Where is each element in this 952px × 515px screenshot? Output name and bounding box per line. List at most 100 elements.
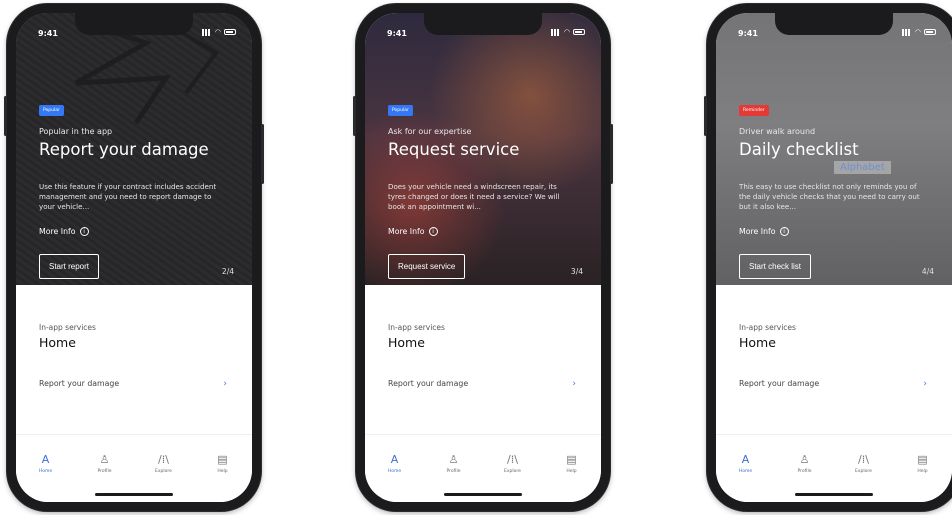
tab-label: Home xyxy=(387,469,402,474)
tab-label: Home xyxy=(38,469,53,474)
hero-kicker: Driver walk around xyxy=(739,127,816,136)
home-indicator xyxy=(95,493,173,496)
tab-label: Profile xyxy=(446,469,461,474)
home-icon: A xyxy=(390,453,399,466)
status-time: 9:41 xyxy=(738,29,758,38)
hero-kicker: Popular in the app xyxy=(39,127,113,136)
list-item-report-damage[interactable]: Report your damage › xyxy=(39,379,227,389)
tab-label: Explore xyxy=(855,469,872,474)
tab-explore[interactable]: /⁞\ Explore xyxy=(844,453,884,475)
list-item-label: Report your damage xyxy=(39,379,120,388)
wifi-icon: ◠ xyxy=(914,28,921,36)
list-item-label: Report your damage xyxy=(739,379,820,388)
signal-icon xyxy=(901,28,912,36)
more-info-link[interactable]: More Info i xyxy=(739,227,789,236)
hero-title: Daily checklist xyxy=(739,140,859,159)
carousel-pager: 2/4 xyxy=(221,267,234,276)
more-info-label: More Info xyxy=(388,227,425,236)
request-service-button[interactable]: Request service xyxy=(388,254,466,279)
tab-explore[interactable]: /⁞\ Explore xyxy=(493,453,533,475)
start-report-button[interactable]: Start report xyxy=(39,254,100,279)
explore-icon: /⁞\ xyxy=(858,453,869,466)
info-icon: i xyxy=(79,227,89,236)
status-time: 9:41 xyxy=(387,29,407,38)
battery-icon xyxy=(924,29,936,35)
van-logo: Alphabet xyxy=(834,161,891,174)
chevron-right-icon: › xyxy=(223,379,227,389)
help-icon: ▤ xyxy=(217,453,228,466)
hero-tag: Reminder xyxy=(739,105,769,116)
tab-label: Profile xyxy=(97,469,112,474)
tab-label: Profile xyxy=(797,469,812,474)
phone-mockup-1: 9:41 ◠ Popular Popular in the app Report… xyxy=(4,4,264,511)
tab-label: Explore xyxy=(155,469,172,474)
list-item-report-damage[interactable]: Report your damage › xyxy=(739,379,927,389)
more-info-label: More Info xyxy=(739,227,776,236)
phone-screen: 9:41 ◠ Popular Popular in the app Report… xyxy=(16,13,252,502)
more-info-link[interactable]: More Info i xyxy=(388,227,438,236)
explore-icon: /⁞\ xyxy=(507,453,518,466)
status-icons: ◠ xyxy=(901,28,936,36)
hero-tag: Popular xyxy=(39,105,64,116)
more-info-link[interactable]: More Info i xyxy=(39,227,89,236)
more-info-label: More Info xyxy=(39,227,76,236)
chevron-right-icon: › xyxy=(923,379,927,389)
phone-screen: Alphabet 9:41 ◠ Reminder Driver walk aro… xyxy=(716,13,952,502)
tab-label: Home xyxy=(738,469,753,474)
chevron-right-icon: › xyxy=(572,379,576,389)
status-time: 9:41 xyxy=(38,29,58,38)
wifi-icon: ◠ xyxy=(563,28,570,36)
hero-card: Alphabet 9:41 ◠ Reminder Driver walk aro… xyxy=(716,13,952,285)
road-marking-graphic xyxy=(74,23,219,125)
list-item-report-damage[interactable]: Report your damage › xyxy=(388,379,576,389)
hero-title: Request service xyxy=(388,140,520,159)
tab-bar: A Home ♙ Profile /⁞\ Explore ▤ Help xyxy=(16,434,252,502)
status-icons: ◠ xyxy=(550,28,585,36)
signal-icon xyxy=(201,28,212,36)
hero-kicker: Ask for our expertise xyxy=(388,127,472,136)
signal-icon xyxy=(550,28,561,36)
hero-card: 9:41 ◠ Popular Popular in the app Report… xyxy=(16,13,252,285)
tab-profile[interactable]: ♙ Profile xyxy=(85,453,125,475)
hero-description: Use this feature if your contract includ… xyxy=(39,182,217,211)
tab-explore[interactable]: /⁞\ Explore xyxy=(144,453,184,475)
profile-icon: ♙ xyxy=(99,453,110,466)
section-title: Home xyxy=(739,335,776,350)
list-item-label: Report your damage xyxy=(388,379,469,388)
tab-home[interactable]: A Home xyxy=(26,453,66,475)
tab-help[interactable]: ▤ Help xyxy=(552,454,592,475)
status-icons: ◠ xyxy=(201,28,236,36)
notch xyxy=(775,13,893,35)
hero-tag: Popular xyxy=(388,105,413,116)
tab-label: Help xyxy=(917,469,928,474)
info-icon: i xyxy=(779,227,789,236)
phone-mockup-2: 9:41 ◠ Popular Ask for our expertise Req… xyxy=(353,4,613,511)
home-icon: A xyxy=(741,453,750,466)
carousel-pager: 3/4 xyxy=(570,267,583,276)
tab-home[interactable]: A Home xyxy=(375,453,415,475)
profile-icon: ♙ xyxy=(448,453,459,466)
section-title: Home xyxy=(39,335,76,350)
help-icon: ▤ xyxy=(917,453,928,466)
hero-title: Report your damage xyxy=(39,140,209,159)
tab-home[interactable]: A Home xyxy=(726,453,766,475)
info-icon: i xyxy=(428,227,438,236)
tab-help[interactable]: ▤ Help xyxy=(203,453,243,475)
hero-card: 9:41 ◠ Popular Ask for our expertise Req… xyxy=(365,13,601,285)
tab-profile[interactable]: ♙ Profile xyxy=(434,453,474,475)
tab-label: Explore xyxy=(504,469,521,474)
notch xyxy=(424,13,542,35)
tab-bar: A Home ♙ Profile /⁞\ Explore ▤ Help xyxy=(365,434,601,502)
section-kicker: In-app services xyxy=(39,323,96,332)
profile-icon: ♙ xyxy=(799,453,810,466)
tab-help[interactable]: ▤ Help xyxy=(903,453,943,475)
start-check-list-button[interactable]: Start check list xyxy=(739,254,812,279)
home-icon: A xyxy=(41,453,50,466)
explore-icon: /⁞\ xyxy=(158,453,169,466)
home-indicator xyxy=(444,493,522,496)
section-kicker: In-app services xyxy=(388,323,445,332)
battery-icon xyxy=(224,29,236,35)
tab-profile[interactable]: ♙ Profile xyxy=(785,453,825,475)
battery-icon xyxy=(573,29,585,35)
tab-label: Help xyxy=(566,469,577,474)
